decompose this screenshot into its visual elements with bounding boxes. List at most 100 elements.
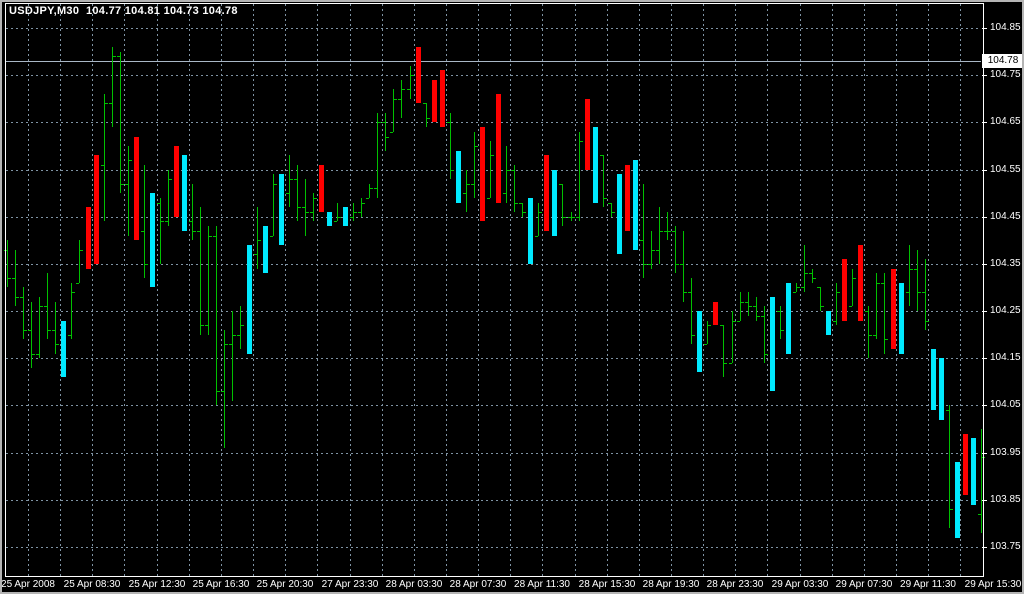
ohlc-bar xyxy=(820,287,821,311)
highlight-bar-aqua xyxy=(456,151,461,203)
highlight-bar-aqua xyxy=(279,174,284,245)
open-tick xyxy=(833,321,836,322)
close-tick xyxy=(910,269,913,270)
close-tick xyxy=(515,203,518,204)
close-tick xyxy=(314,198,317,199)
grid-line-vertical xyxy=(350,4,351,578)
open-tick xyxy=(189,221,192,222)
ohlc-bar xyxy=(780,306,781,339)
price-axis-label: 104.45 xyxy=(990,211,1021,222)
highlight-bar-aqua xyxy=(826,311,831,335)
close-tick xyxy=(48,330,51,331)
grid-line-horizontal xyxy=(6,28,981,29)
open-tick xyxy=(922,292,925,293)
grid-line-horizontal xyxy=(6,453,981,454)
grid-line-vertical xyxy=(60,4,61,578)
close-tick xyxy=(757,316,760,317)
ohlc-bar xyxy=(579,132,580,221)
close-tick xyxy=(885,339,888,340)
open-tick xyxy=(568,217,571,218)
close-tick xyxy=(394,99,397,100)
close-tick xyxy=(676,264,679,265)
ohlc-bar xyxy=(603,155,604,207)
open-tick xyxy=(221,391,224,392)
chart-plot-area[interactable] xyxy=(0,0,1024,594)
ohlc-bar xyxy=(506,146,507,203)
ohlc-bar xyxy=(756,297,757,321)
close-tick xyxy=(105,103,108,104)
close-tick xyxy=(306,212,309,213)
open-tick xyxy=(503,193,506,194)
ohlc-bar xyxy=(144,165,145,278)
grid-line-vertical xyxy=(767,4,768,578)
time-axis-label: 25 Apr 08:30 xyxy=(63,579,121,590)
close-tick xyxy=(837,292,840,293)
close-tick xyxy=(225,344,228,345)
ohlc-bar xyxy=(297,165,298,221)
close-tick xyxy=(354,212,357,213)
grid-line-vertical xyxy=(960,4,961,578)
close-tick xyxy=(749,306,752,307)
grid-line-vertical xyxy=(92,4,93,578)
ohlc-bar xyxy=(514,165,515,212)
close-tick xyxy=(612,212,615,213)
close-tick xyxy=(386,137,389,138)
highlight-bar-red xyxy=(440,70,445,127)
ohlc-bar xyxy=(208,226,209,335)
close-tick xyxy=(660,231,663,232)
time-axis-label: 29 Apr 15:30 xyxy=(964,579,1022,590)
close-tick xyxy=(451,170,454,171)
open-tick xyxy=(125,184,128,185)
open-tick xyxy=(801,287,804,288)
open-tick xyxy=(511,170,514,171)
time-axis-label: 28 Apr 03:30 xyxy=(385,579,443,590)
ohlc-bar xyxy=(723,325,724,377)
time-axis-label: 28 Apr 07:30 xyxy=(449,579,507,590)
open-tick xyxy=(664,231,667,232)
close-tick xyxy=(644,264,647,265)
ohlc-bar xyxy=(410,66,411,99)
close-tick xyxy=(362,203,365,204)
open-tick xyxy=(358,212,361,213)
close-tick xyxy=(8,278,11,279)
highlight-bar-red xyxy=(713,302,718,325)
open-tick xyxy=(809,273,812,274)
close-tick xyxy=(805,273,808,274)
price-axis-tick xyxy=(982,264,987,265)
open-tick xyxy=(487,198,490,199)
grid-line-vertical xyxy=(253,4,254,578)
grid-line-vertical xyxy=(317,4,318,578)
ohlc-bar xyxy=(120,52,121,193)
time-axis[interactable]: 25 Apr 2008 25 Apr 08:30 25 Apr 12:30 25 Ap… xyxy=(0,577,1024,594)
price-axis[interactable]: 104.85 104.75 104.65 104.55 104.45 104.35 104.… xyxy=(982,0,1024,594)
open-tick xyxy=(447,122,450,123)
open-tick xyxy=(165,221,168,222)
grid-line-horizontal xyxy=(6,500,981,501)
grid-line-vertical xyxy=(382,4,383,578)
grid-line-vertical xyxy=(285,4,286,578)
grid-line-vertical xyxy=(896,4,897,578)
mt4-chart-window: USDJPY,M30 104.77 104.81 104.73 104.78 1… xyxy=(0,0,1024,594)
highlight-bar-red xyxy=(416,47,421,103)
grid-line-vertical xyxy=(124,4,125,578)
close-tick xyxy=(797,287,800,288)
highlight-bar-aqua xyxy=(617,174,622,254)
close-tick xyxy=(692,335,695,336)
highlight-bar-red xyxy=(480,127,485,221)
grid-line-vertical xyxy=(735,4,736,578)
open-tick xyxy=(294,179,297,180)
close-tick xyxy=(507,170,510,171)
close-tick xyxy=(652,250,655,251)
grid-line-vertical xyxy=(157,4,158,578)
time-axis-label: 25 Apr 12:30 xyxy=(128,579,186,590)
close-tick xyxy=(853,278,856,279)
highlight-bar-red xyxy=(585,99,590,170)
close-tick xyxy=(821,306,824,307)
ohlc-bar xyxy=(426,103,427,127)
open-tick xyxy=(881,283,884,284)
time-axis-label: 25 Apr 16:30 xyxy=(192,579,250,590)
ohlc-bar xyxy=(917,250,918,311)
grid-line-horizontal xyxy=(6,311,981,312)
open-tick xyxy=(229,344,232,345)
highlight-bar-red xyxy=(496,94,501,203)
